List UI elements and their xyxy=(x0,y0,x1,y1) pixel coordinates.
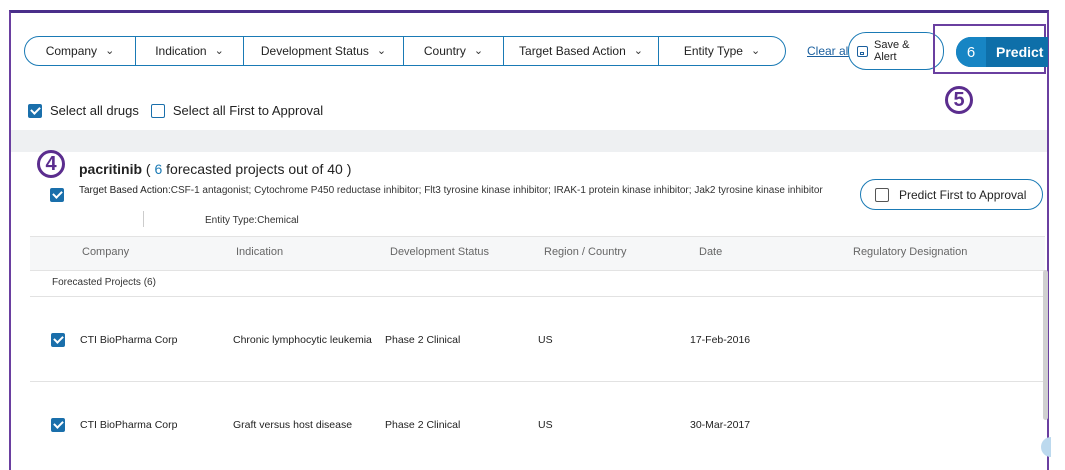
filter-entity-type[interactable]: Entity Type ⌄ xyxy=(659,37,785,65)
chevron-down-icon: ⌄ xyxy=(105,44,115,57)
cell-company: CTI BioPharma Corp xyxy=(80,334,178,346)
filter-indication[interactable]: Indication ⌄ xyxy=(136,37,244,65)
annotation-marker-4: 4 xyxy=(37,150,65,178)
predict-first-to-approval-button[interactable]: Predict First to Approval xyxy=(860,179,1043,210)
select-all-first-checkbox[interactable] xyxy=(150,103,165,118)
cell-indication: Chronic lymphocytic leukemia xyxy=(233,334,372,346)
filter-target-based-action-label: Target Based Action xyxy=(519,44,626,58)
cell-status: Phase 2 Clinical xyxy=(385,419,461,431)
select-all-drugs-label: Select all drugs xyxy=(50,103,139,118)
save-alert-button[interactable]: Save & Alert xyxy=(848,32,944,70)
header-date[interactable]: Date xyxy=(699,246,722,258)
header-regulatory-designation[interactable]: Regulatory Designation xyxy=(853,246,967,258)
cell-indication: Graft versus host disease xyxy=(233,419,353,431)
predict-button[interactable]: 6 Predict xyxy=(956,37,1048,67)
row-checkbox[interactable] xyxy=(51,333,65,347)
section-divider xyxy=(11,130,1047,152)
filter-development-status[interactable]: Development Status ⌄ xyxy=(244,37,404,65)
drug-name: pacritinib xyxy=(79,161,143,177)
chevron-down-icon: ⌄ xyxy=(214,44,224,57)
header-company[interactable]: Company xyxy=(82,246,129,258)
divider xyxy=(143,211,144,227)
forecasted-projects-group: Forecasted Projects (6) xyxy=(52,277,156,288)
cell-date: 30-Mar-2017 xyxy=(690,419,751,431)
row-checkbox[interactable] xyxy=(51,418,65,432)
predict-first-label: Predict First to Approval xyxy=(899,187,1027,202)
cell-company: CTI BioPharma Corp xyxy=(80,419,178,431)
cell-region: US xyxy=(538,419,553,431)
entity-type: Entity Type:Chemical xyxy=(205,215,299,226)
tba-key: Target Based Action: xyxy=(79,185,171,196)
save-icon xyxy=(857,45,868,57)
filter-company-label: Company xyxy=(45,44,98,58)
drug-title: pacritinib ( 6 forecasted projects out o… xyxy=(79,161,351,177)
forecast-text: forecasted projects out of 40 ) xyxy=(162,161,352,177)
filter-indication-label: Indication xyxy=(155,44,207,58)
filter-country-label: Country xyxy=(423,44,466,58)
annotation-marker-5: 5 xyxy=(945,86,973,114)
select-all-first-label: Select all First to Approval xyxy=(172,103,324,118)
tba-value: CSF-1 antagonist; Cytochrome P450 reduct… xyxy=(170,185,823,196)
drug-select-checkbox[interactable] xyxy=(50,188,64,202)
filter-development-status-label: Development Status xyxy=(260,44,369,58)
row-divider xyxy=(30,381,1045,382)
cell-date: 17-Feb-2016 xyxy=(690,334,751,346)
save-alert-label: Save & Alert xyxy=(874,39,909,63)
select-all-drugs-checkbox[interactable] xyxy=(28,103,42,118)
select-row: Select all drugs Select all First to App… xyxy=(28,103,327,118)
filter-bar: Company ⌄ Indication ⌄ Development Statu… xyxy=(24,36,786,66)
drug-open-paren: ( xyxy=(142,161,155,177)
clear-all-link[interactable]: Clear all xyxy=(807,44,851,58)
entity-key: Entity Type: xyxy=(205,215,258,226)
chevron-down-icon: ⌄ xyxy=(750,44,761,57)
chevron-down-icon: ⌄ xyxy=(376,44,387,57)
filter-country[interactable]: Country ⌄ xyxy=(404,37,504,65)
row-divider xyxy=(30,296,1045,297)
header-indication[interactable]: Indication xyxy=(236,246,283,258)
predict-label: Predict xyxy=(996,44,1044,60)
save-alert-line1: Save & xyxy=(874,39,910,51)
entity-value: Chemical xyxy=(257,215,299,226)
filter-entity-type-label: Entity Type xyxy=(683,44,743,58)
filter-target-based-action[interactable]: Target Based Action ⌄ xyxy=(504,37,659,65)
header-development-status[interactable]: Development Status xyxy=(390,246,489,258)
vertical-scrollbar[interactable] xyxy=(1043,270,1048,420)
chevron-down-icon: ⌄ xyxy=(473,44,484,57)
predict-first-checkbox[interactable] xyxy=(875,187,889,202)
cell-status: Phase 2 Clinical xyxy=(385,334,461,346)
filter-company[interactable]: Company ⌄ xyxy=(25,37,136,65)
cell-region: US xyxy=(538,334,553,346)
save-alert-line2: Alert xyxy=(874,51,897,63)
header-region-country[interactable]: Region / Country xyxy=(544,246,627,258)
target-based-action: Target Based Action:CSF-1 antagonist; Cy… xyxy=(79,184,859,198)
chevron-down-icon: ⌄ xyxy=(633,44,643,57)
predict-count-badge: 6 xyxy=(956,37,986,67)
